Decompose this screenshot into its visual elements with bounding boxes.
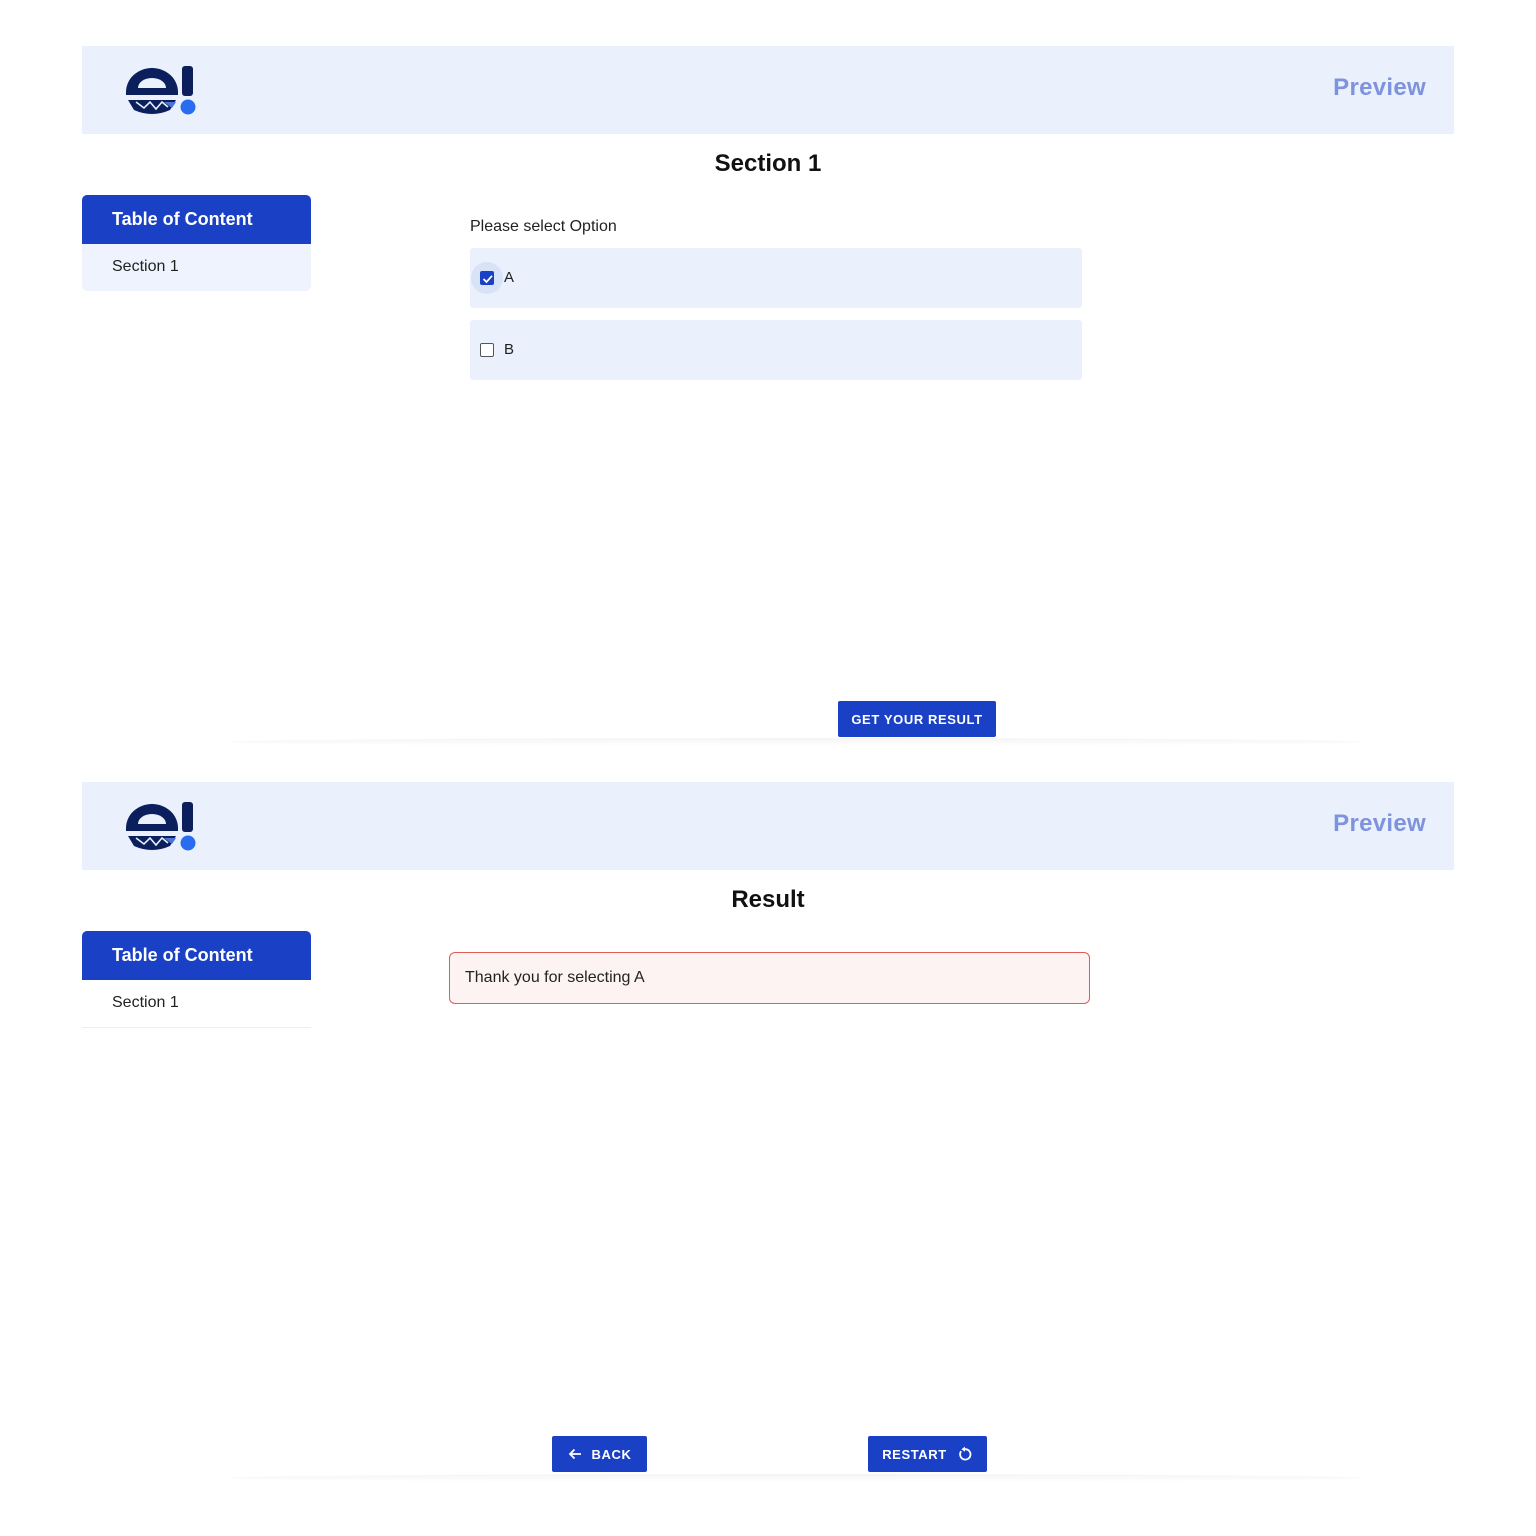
footer-divider bbox=[232, 738, 1362, 746]
back-button[interactable]: BACK bbox=[552, 1436, 647, 1472]
header: Preview bbox=[82, 782, 1454, 870]
get-result-label: GET YOUR RESULT bbox=[851, 711, 983, 727]
checkbox-a[interactable] bbox=[480, 271, 494, 285]
check-icon bbox=[482, 275, 493, 284]
question-label: Please select Option bbox=[470, 218, 617, 235]
page-title: Result bbox=[731, 886, 805, 913]
toc-item-section-1[interactable]: Section 1 bbox=[82, 980, 311, 1028]
option-b-label: B bbox=[504, 341, 515, 358]
header: Preview bbox=[82, 46, 1454, 134]
page-title: Section 1 bbox=[714, 150, 822, 177]
question-screen: Preview Section 1 Table of Content Secti… bbox=[82, 46, 1454, 746]
restart-icon bbox=[957, 1446, 973, 1462]
preview-label: Preview bbox=[1333, 810, 1426, 837]
get-result-button[interactable]: GET YOUR RESULT bbox=[838, 701, 996, 737]
option-a[interactable]: A bbox=[470, 248, 1082, 308]
restart-label: RESTART bbox=[882, 1446, 947, 1462]
toc-item-section-1[interactable]: Section 1 bbox=[82, 244, 311, 291]
restart-button[interactable]: RESTART bbox=[868, 1436, 987, 1472]
checkbox-ripple bbox=[471, 334, 503, 366]
logo-icon[interactable] bbox=[124, 798, 200, 854]
footer-divider bbox=[232, 1474, 1362, 1482]
table-of-content: Table of Content Section 1 bbox=[82, 931, 311, 1028]
toc-heading: Table of Content bbox=[82, 931, 311, 980]
result-message: Thank you for selecting A bbox=[449, 952, 1090, 1004]
result-screen: Preview Result Table of Content Section … bbox=[82, 782, 1454, 1482]
logo-icon[interactable] bbox=[124, 62, 200, 118]
arrow-left-icon bbox=[568, 1447, 582, 1461]
question-block: Please select Option A B bbox=[470, 218, 1082, 392]
table-of-content: Table of Content Section 1 bbox=[82, 195, 311, 291]
back-label: BACK bbox=[591, 1446, 632, 1462]
toc-heading: Table of Content bbox=[82, 195, 311, 244]
checkbox-ripple bbox=[471, 262, 503, 294]
preview-label: Preview bbox=[1333, 74, 1426, 101]
option-b[interactable]: B bbox=[470, 320, 1082, 380]
option-a-label: A bbox=[504, 269, 515, 286]
checkbox-b[interactable] bbox=[480, 343, 494, 357]
